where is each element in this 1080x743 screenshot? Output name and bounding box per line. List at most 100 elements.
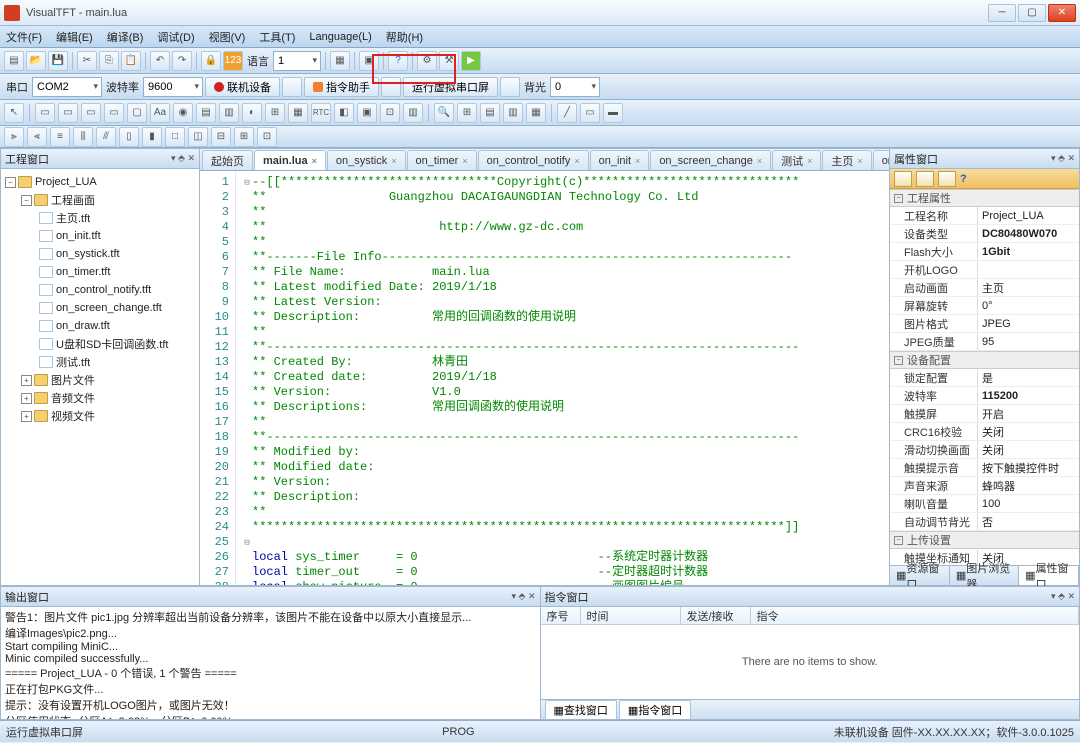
undo-icon[interactable]: ↶: [150, 51, 170, 71]
al11-icon[interactable]: ⊞: [234, 127, 254, 147]
btn9-icon[interactable]: ▥: [219, 103, 239, 123]
tree-file[interactable]: U盘和SD卡回调函数.tft: [3, 335, 197, 353]
menu-file[interactable]: 文件(F): [6, 29, 42, 45]
pin2-icon[interactable]: ▾ ⬘ ✕: [1051, 153, 1075, 164]
al12-icon[interactable]: ⊡: [257, 127, 277, 147]
save-icon[interactable]: 💾: [48, 51, 68, 71]
tool-b-icon[interactable]: ▣: [359, 51, 379, 71]
prop-row[interactable]: 屏幕旋转0°: [890, 297, 1079, 315]
prop-row[interactable]: 波特率115200: [890, 387, 1079, 405]
tree-file[interactable]: 主页.tft: [3, 209, 197, 227]
cut-icon[interactable]: ✂: [77, 51, 97, 71]
rtab-props[interactable]: ▦ 属性窗口: [1019, 566, 1079, 585]
prop-category[interactable]: −工程属性: [890, 189, 1079, 207]
editor-tab[interactable]: on_draw×: [873, 150, 889, 170]
btn12-icon[interactable]: ▦: [288, 103, 308, 123]
tree-file[interactable]: on_init.tft: [3, 227, 197, 245]
prop-row[interactable]: 滑动切换画面关闭: [890, 441, 1079, 459]
prop-row[interactable]: 启动画面主页: [890, 279, 1079, 297]
tree-folder[interactable]: +图片文件: [3, 371, 197, 389]
tree-file[interactable]: 测试.tft: [3, 353, 197, 371]
prop-row[interactable]: 触摸提示音按下触摸控件时: [890, 459, 1079, 477]
tree-file[interactable]: on_draw.tft: [3, 317, 197, 335]
grid-icon[interactable]: ⊞: [457, 103, 477, 123]
prop-row[interactable]: 声音来源蜂鸣器: [890, 477, 1079, 495]
btn7-icon[interactable]: ◉: [173, 103, 193, 123]
mic-icon[interactable]: [282, 77, 302, 97]
btn11-icon[interactable]: ⊞: [265, 103, 285, 123]
num-icon[interactable]: 123: [223, 51, 243, 71]
tab-close-icon[interactable]: ×: [391, 156, 396, 166]
btn10-icon[interactable]: ◐: [242, 103, 262, 123]
btn8-icon[interactable]: ▤: [196, 103, 216, 123]
btn2-icon[interactable]: ▭: [58, 103, 78, 123]
al4-icon[interactable]: ⫼: [73, 127, 93, 147]
maximize-button[interactable]: ▢: [1018, 4, 1046, 22]
zoom-icon[interactable]: 🔍: [434, 103, 454, 123]
project-tree[interactable]: −Project_LUA−工程画面主页.tfton_init.tfton_sys…: [1, 169, 199, 585]
al3-icon[interactable]: ≡: [50, 127, 70, 147]
rtab-resource[interactable]: ▦ 资源窗口: [890, 566, 950, 585]
btn14-icon[interactable]: ◧: [334, 103, 354, 123]
tool-a-icon[interactable]: ▦: [330, 51, 350, 71]
menu-debug[interactable]: 调试(D): [157, 29, 194, 45]
prop-row[interactable]: 开机LOGO: [890, 261, 1079, 279]
tree-file[interactable]: on_timer.tft: [3, 263, 197, 281]
tree-root[interactable]: −Project_LUA: [3, 173, 197, 191]
tab-close-icon[interactable]: ×: [574, 156, 579, 166]
props-grid[interactable]: −工程属性工程名称Project_LUA设备类型DC80480W070Flash…: [890, 189, 1079, 565]
rtab-imgbrowse[interactable]: ▦ 图片浏览器: [950, 566, 1019, 585]
prop-row[interactable]: 触摸屏开启: [890, 405, 1079, 423]
editor-tab[interactable]: on_screen_change×: [650, 150, 771, 170]
baud-combo[interactable]: 9600: [143, 77, 203, 97]
editor-tab[interactable]: 主页×: [822, 150, 871, 170]
rect-icon[interactable]: ▭: [580, 103, 600, 123]
paste-icon[interactable]: 📋: [121, 51, 141, 71]
prop-page-icon[interactable]: [938, 171, 956, 187]
minimize-button[interactable]: ─: [988, 4, 1016, 22]
run-icon[interactable]: ▶: [461, 51, 481, 71]
al6-icon[interactable]: ▯: [119, 127, 139, 147]
editor-tab[interactable]: main.lua×: [254, 150, 326, 170]
editor-tab[interactable]: on_control_notify×: [478, 150, 589, 170]
btn6-icon[interactable]: Aa: [150, 103, 170, 123]
pointer-icon[interactable]: ↖: [4, 103, 24, 123]
al7-icon[interactable]: ▮: [142, 127, 162, 147]
al9-icon[interactable]: ◫: [188, 127, 208, 147]
btn1-icon[interactable]: ▭: [35, 103, 55, 123]
lang-combo[interactable]: 1: [273, 51, 321, 71]
btn5-icon[interactable]: ▢: [127, 103, 147, 123]
al5-icon[interactable]: ⫻: [96, 127, 116, 147]
tree-folder[interactable]: +音频文件: [3, 389, 197, 407]
tab-close-icon[interactable]: ×: [807, 156, 812, 166]
prop-cat-icon[interactable]: [894, 171, 912, 187]
cmd-helper-button[interactable]: 指令助手: [304, 77, 379, 97]
btn13-icon[interactable]: RTC: [311, 103, 331, 123]
cmd-tab-find[interactable]: ▦ 查找窗口: [545, 700, 617, 719]
tab-close-icon[interactable]: ×: [757, 156, 762, 166]
btn15-icon[interactable]: ▣: [357, 103, 377, 123]
prop-category[interactable]: −设备配置: [890, 351, 1079, 369]
prop-row[interactable]: 自动调节背光否: [890, 513, 1079, 531]
tab-close-icon[interactable]: ×: [312, 156, 317, 166]
prop-row[interactable]: Flash大小1Gbit: [890, 243, 1079, 261]
tab-close-icon[interactable]: ×: [857, 156, 862, 166]
prop-row[interactable]: 设备类型DC80480W070: [890, 225, 1079, 243]
btn17-icon[interactable]: ▥: [403, 103, 423, 123]
tree-file[interactable]: on_control_notify.tft: [3, 281, 197, 299]
menu-edit[interactable]: 编辑(E): [56, 29, 93, 45]
rebuild-icon[interactable]: ⚒: [439, 51, 459, 71]
close-button[interactable]: ✕: [1048, 4, 1076, 22]
tree-folder[interactable]: −工程画面: [3, 191, 197, 209]
vserial-button[interactable]: 运行虚拟串口屏: [403, 77, 498, 97]
editor-tab[interactable]: on_timer×: [407, 150, 477, 170]
tab-close-icon[interactable]: ×: [462, 156, 467, 166]
menu-help[interactable]: 帮助(H): [386, 29, 423, 45]
connect-button[interactable]: 联机设备: [205, 77, 280, 97]
prop-row[interactable]: 喇叭音量100: [890, 495, 1079, 513]
output-body[interactable]: 警告1：图片文件 pic1.jpg 分辨率超出当前设备分辨率，该图片不能在设备中…: [1, 607, 540, 719]
lock-icon[interactable]: 🔒: [201, 51, 221, 71]
btn16-icon[interactable]: ⊡: [380, 103, 400, 123]
al1-icon[interactable]: ⫸: [4, 127, 24, 147]
editor-tab[interactable]: on_init×: [590, 150, 650, 170]
